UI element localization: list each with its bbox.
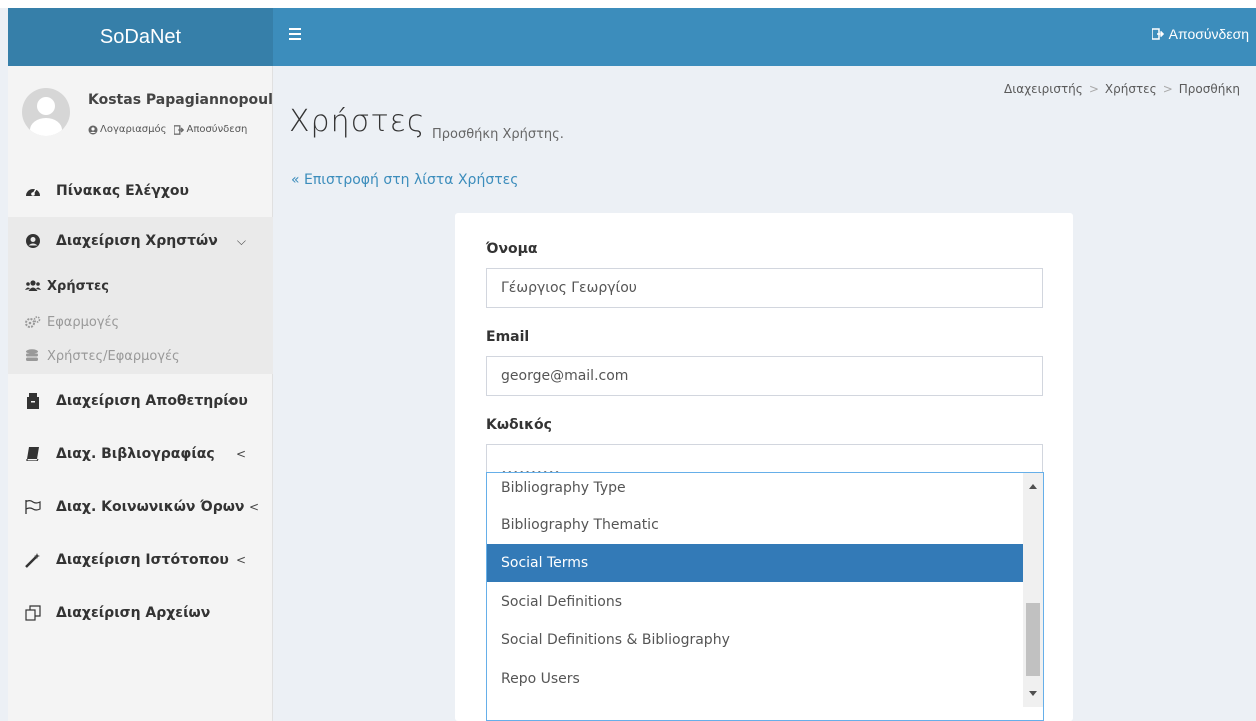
scroll-up-arrow-icon[interactable] [1029,484,1037,489]
breadcrumb: Διαχειριστής > Χρήστες > Προσθήκη [1004,82,1240,96]
nav-user-management-label: Διαχείριση Χρηστών [56,233,218,249]
breadcrumb-users[interactable]: Χρήστες [1105,82,1157,96]
magic-wand-icon [25,552,41,568]
user-management-group: Διαχείριση Χρηστών ⌵ Χρήστες Εφαρμογές Χ… [8,217,273,374]
nav-files-label: Διαχείριση Αρχείων [56,605,211,621]
user-links: Λογαριασμός Αποσύνδεση [88,124,247,135]
avatar [22,88,70,136]
dropdown-option[interactable]: Social Definitions & Bibliography [487,621,1024,659]
name-field[interactable]: Γέωργιος Γεωργίου [486,268,1043,308]
nav-social-terms-label: Διαχ. Κοινωνικών Όρων [56,499,245,515]
sidebar: Kostas Papagiannopoulo Λογαριασμός Αποσύ… [8,66,273,721]
sidebar-item-users[interactable]: Χρήστες [25,275,109,297]
user-avatar-icon [30,97,62,136]
scroll-down-arrow-icon[interactable] [1029,691,1037,696]
chevron-left-icon: < [235,553,246,567]
dropdown-option[interactable]: Bibliography Thematic [487,506,1024,544]
nav-website-label: Διαχείριση Ιστότοπου [56,552,229,568]
dropdown-option[interactable]: Bibliography Type [487,473,1024,507]
users-icon [25,279,41,293]
breadcrumb-separator: > [1162,82,1173,96]
cogs-icon [25,315,41,329]
user-panel: Kostas Papagiannopoulo Λογαριασμός Αποσύ… [8,66,273,166]
nav-repository[interactable]: Διαχείριση Αποθετηρίου < [8,382,273,420]
user-logout-link[interactable]: Αποσύνδεση [174,124,247,135]
breadcrumb-add: Προσθήκη [1178,82,1240,96]
flag-icon [25,499,41,515]
dropdown-option[interactable]: Social Definitions [487,583,1024,621]
name-label: Όνομα [486,241,538,257]
top-header: SoDaNet Αποσύνδεση [8,8,1256,66]
page-subtitle: Προσθήκη Χρήστης. [432,127,564,142]
dashboard-icon [25,183,41,199]
account-label: Λογαριασμός [100,124,167,135]
nav-dashboard-label: Πίνακας Ελέγχου [56,183,189,199]
nav-files[interactable]: Διαχείριση Αρχείων [8,594,273,632]
menu-toggle-button[interactable] [289,25,307,45]
nav-website[interactable]: Διαχείριση Ιστότοπου < [8,541,273,579]
chevron-down-icon: ⌵ [236,233,246,248]
nav-user-management[interactable]: Διαχείριση Χρηστών ⌵ [8,222,273,260]
account-link[interactable]: Λογαριασμός [88,124,166,135]
email-field[interactable]: george@mail.com [486,356,1043,396]
chevron-left-icon: < [226,394,237,408]
dropdown-option[interactable]: Repo Users [487,660,1024,698]
nav-dashboard[interactable]: Πίνακας Ελέγχου [8,172,273,210]
sidebar-item-apps-label: Εφαρμογές [47,314,120,330]
files-icon [25,605,41,621]
dropdown-option-selected[interactable]: Social Terms [487,544,1024,582]
chevron-left-icon: < [235,447,246,461]
back-to-list-link[interactable]: « Επιστροφή στη λίστα Χρήστες [291,172,518,188]
database-icon [25,349,41,363]
hamburger-icon [289,28,301,30]
page-title: Χρήστες [289,104,426,139]
user-name: Kostas Papagiannopoulo [88,92,273,108]
chevron-left-icon: < [248,500,259,514]
user-circle-icon [88,125,98,134]
sign-out-icon [1151,28,1164,40]
archive-icon [25,393,41,409]
user-circle-icon [25,233,41,249]
password-label: Κωδικός [486,417,552,433]
nav-bibliography[interactable]: Διαχ. Βιβλιογραφίας < [8,435,273,473]
scrollbar-thumb[interactable] [1026,603,1040,676]
nav-bibliography-label: Διαχ. Βιβλιογραφίας [56,446,215,462]
app-logo[interactable]: SoDaNet [8,8,273,66]
sidebar-item-user-apps[interactable]: Χρήστες/Εφαρμογές [25,345,180,367]
sidebar-item-users-label: Χρήστες [47,278,109,294]
top-strip [0,0,1256,8]
sidebar-item-user-apps-label: Χρήστες/Εφαρμογές [47,348,180,364]
user-logout-label: Αποσύνδεση [186,124,248,135]
application-dropdown-list[interactable]: Bibliography Type Bibliography Thematic … [486,472,1044,721]
breadcrumb-separator: > [1088,82,1099,96]
header-logout-link[interactable]: Αποσύνδεση [1151,26,1249,42]
nav-social-terms[interactable]: Διαχ. Κοινωνικών Όρων < [8,488,273,526]
breadcrumb-admin[interactable]: Διαχειριστής [1004,82,1083,96]
dropdown-scrollbar[interactable] [1023,473,1043,707]
nav-repository-label: Διαχείριση Αποθετηρίου [56,393,248,409]
email-label: Email [486,329,530,345]
header-logout-label: Αποσύνδεση [1168,26,1249,42]
book-icon [25,446,41,462]
sidebar-item-apps[interactable]: Εφαρμογές [25,311,119,333]
sign-out-icon [174,124,185,135]
